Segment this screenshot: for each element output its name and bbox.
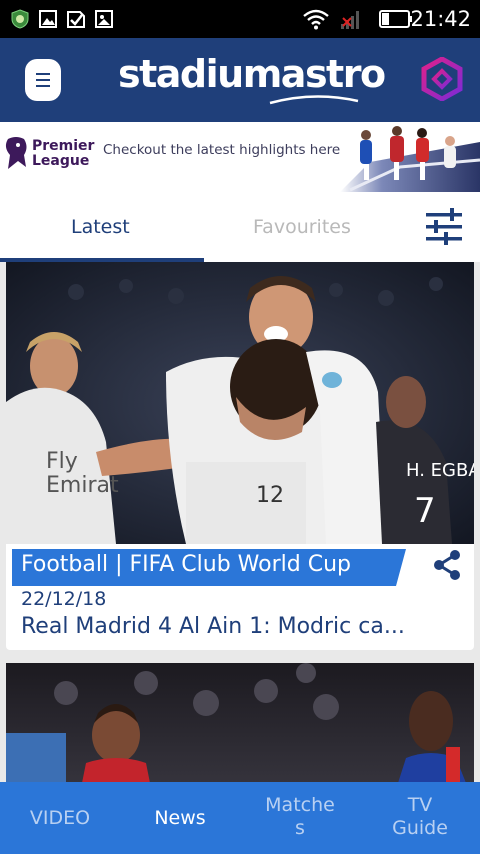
- astro-icon[interactable]: [420, 57, 464, 101]
- nav-video[interactable]: VIDEO: [0, 782, 120, 854]
- tab-favourites[interactable]: Favourites: [253, 216, 351, 238]
- clock: 21:42: [410, 7, 471, 31]
- nav-tv-guide[interactable]: TV Guide: [360, 782, 480, 854]
- nav-matches[interactable]: Matche s: [240, 782, 360, 854]
- bottom-navigation: VIDEO News Matche s TV Guide: [0, 782, 480, 854]
- signal-icon: [341, 11, 359, 29]
- premier-league-logo-text: Premier League: [32, 138, 95, 169]
- svg-text:H. EGBAR: H. EGBAR: [406, 460, 474, 481]
- svg-text:Fly: Fly: [46, 449, 78, 474]
- news-card-image: [6, 663, 474, 783]
- svg-text:12: 12: [256, 483, 284, 508]
- banner-players-image: [340, 126, 480, 192]
- news-headline[interactable]: Real Madrid 4 Al Ain 1: Modric ca...: [21, 614, 461, 639]
- image-icon: [39, 10, 57, 28]
- feed-tabs: Latest Favourites: [0, 192, 480, 262]
- share-icon[interactable]: [431, 548, 463, 582]
- news-card-image: Fly Emirat 12 H. EGBAR 7: [6, 262, 474, 544]
- banner-message: Checkout the latest highlights here: [103, 142, 341, 158]
- app-logo: stadiumastro: [118, 52, 386, 96]
- category-tag: Football | FIFA Club World Cup: [21, 552, 351, 577]
- logo-swoosh-icon: [269, 95, 359, 105]
- premier-league-lion-icon: [5, 137, 27, 169]
- photo-icon: [95, 10, 113, 28]
- app-header: stadiumastro: [0, 38, 480, 122]
- filter-sliders-icon[interactable]: [424, 208, 464, 246]
- news-date: 22/12/18: [21, 588, 107, 610]
- svg-text:7: 7: [414, 491, 436, 531]
- tab-latest[interactable]: Latest: [71, 216, 130, 238]
- svg-text:Emirat: Emirat: [46, 473, 119, 498]
- check-icon: [67, 11, 85, 28]
- status-bar: 21:42: [0, 0, 480, 38]
- wifi-icon: [303, 9, 329, 30]
- news-card[interactable]: Fly Emirat 12 H. EGBAR 7 Football | FIFA…: [6, 262, 474, 650]
- battery-icon: [379, 10, 412, 28]
- news-card[interactable]: [6, 663, 474, 783]
- promo-banner[interactable]: Premier League Checkout the latest highl…: [0, 122, 480, 192]
- shield-icon: [11, 9, 29, 29]
- nav-news[interactable]: News: [120, 782, 240, 854]
- menu-button[interactable]: [25, 59, 61, 101]
